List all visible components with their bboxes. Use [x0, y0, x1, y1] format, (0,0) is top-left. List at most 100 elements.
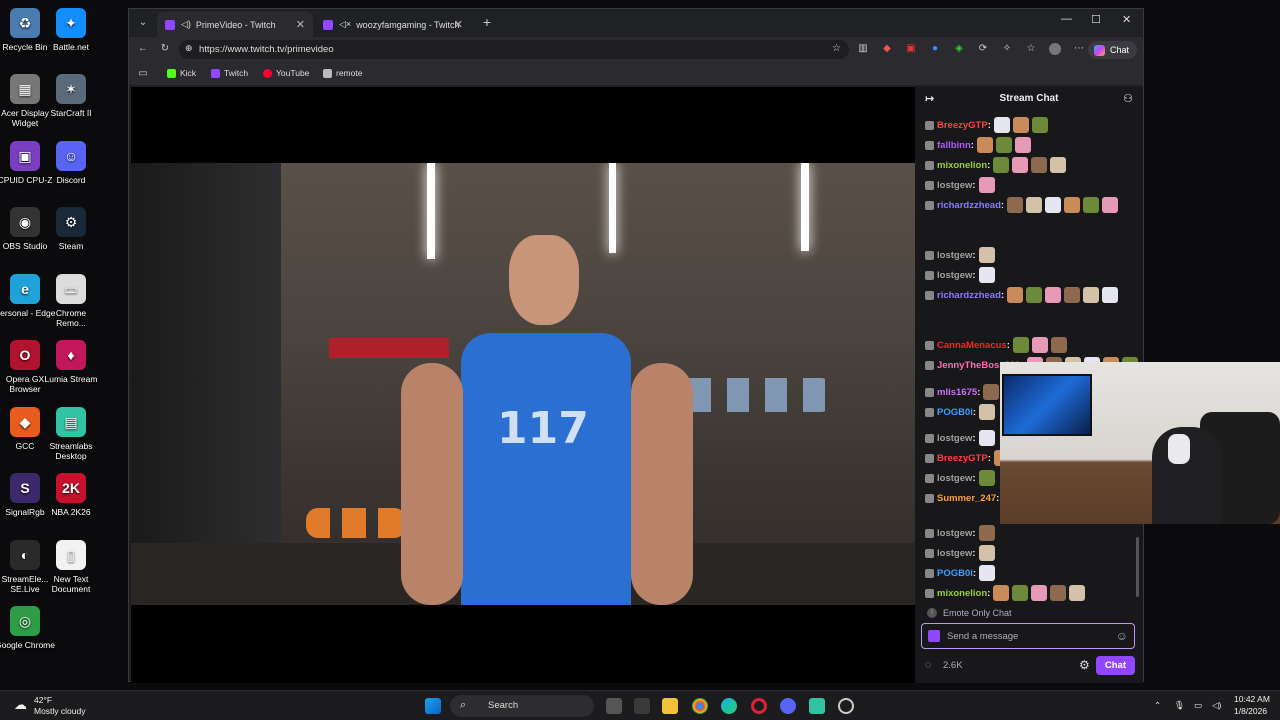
- emote-icon[interactable]: [1083, 197, 1100, 213]
- chat-username[interactable]: BreezyGTP: [937, 120, 988, 131]
- emote-icon[interactable]: [978, 430, 995, 446]
- task-view-icon[interactable]: [606, 698, 622, 714]
- collapse-chat-icon[interactable]: ↦: [925, 87, 934, 111]
- address-bar[interactable]: ⊕ https://www.twitch.tv/primevideo ☆: [179, 40, 849, 59]
- emote-icon[interactable]: [993, 585, 1010, 601]
- emote-icon[interactable]: [1050, 585, 1067, 601]
- emote-icon[interactable]: [1012, 117, 1029, 133]
- minimize-icon[interactable]: —: [1061, 13, 1072, 25]
- bookmark-kick[interactable]: Kick: [167, 68, 196, 78]
- emote-icon[interactable]: [976, 137, 993, 153]
- favorite-star-icon[interactable]: ☆: [832, 43, 841, 54]
- emote-icon[interactable]: [1045, 197, 1062, 213]
- chat-username[interactable]: lostgew: [937, 270, 972, 281]
- discord-icon[interactable]: [780, 698, 796, 714]
- emote-icon[interactable]: [1050, 337, 1067, 353]
- streamlabs-icon[interactable]: [809, 698, 825, 714]
- emote-icon[interactable]: [978, 247, 995, 263]
- emote-icon[interactable]: [1031, 157, 1048, 173]
- emote-icon[interactable]: [979, 565, 996, 581]
- network-icon[interactable]: ▭: [1194, 700, 1202, 711]
- chat-username[interactable]: lostgew: [937, 548, 972, 559]
- emote-icon[interactable]: [978, 545, 995, 561]
- chat-username[interactable]: lostgew: [937, 180, 972, 191]
- emote-icon[interactable]: [978, 177, 995, 193]
- chat-username[interactable]: mixonelion: [937, 160, 987, 171]
- chat-settings-gear-icon[interactable]: ⚙: [1079, 658, 1090, 672]
- close-tab-icon[interactable]: ✕: [296, 18, 305, 31]
- emote-icon[interactable]: [978, 470, 995, 486]
- emote-icon[interactable]: [1083, 287, 1100, 303]
- favorites-icon[interactable]: ☆: [1025, 43, 1037, 55]
- emote-icon[interactable]: [1012, 337, 1029, 353]
- chat-username[interactable]: richardzzhead: [937, 290, 1001, 301]
- extension-icon[interactable]: ●: [929, 43, 941, 55]
- close-window-icon[interactable]: ✕: [1122, 13, 1131, 26]
- emote-icon[interactable]: [1014, 137, 1031, 153]
- edge-icon[interactable]: [721, 698, 737, 714]
- emote-icon[interactable]: [1026, 287, 1043, 303]
- desktop-icon-steam[interactable]: ⚙ Steam: [40, 207, 102, 251]
- chat-username[interactable]: BreezyGTP: [937, 453, 988, 464]
- volume-icon[interactable]: ◁): [1212, 700, 1221, 711]
- chat-username[interactable]: CannaMenacus: [937, 340, 1007, 351]
- chat-username[interactable]: richardzzhead: [937, 200, 1001, 211]
- desktop-icon-battle-net[interactable]: ✦ Battle.net: [40, 8, 102, 52]
- chat-username[interactable]: POGB0i: [937, 407, 973, 418]
- emote-picker-icon[interactable]: ☺: [1116, 629, 1128, 643]
- emote-icon[interactable]: [995, 137, 1012, 153]
- video-player[interactable]: 117: [131, 87, 915, 683]
- emote-icon[interactable]: [1064, 197, 1081, 213]
- chat-username[interactable]: lostgew: [937, 528, 972, 539]
- emote-icon[interactable]: [979, 404, 996, 420]
- emote-icon[interactable]: [1012, 585, 1029, 601]
- extension-icon[interactable]: ▣: [905, 43, 917, 55]
- back-arrow-icon[interactable]: ←: [137, 43, 149, 55]
- emote-icon[interactable]: [1007, 197, 1024, 213]
- copilot-chat-button[interactable]: Chat: [1087, 41, 1137, 59]
- emote-icon[interactable]: [1069, 585, 1086, 601]
- chrome-icon[interactable]: [692, 698, 708, 714]
- chat-send-button[interactable]: Chat: [1095, 656, 1135, 675]
- chat-username[interactable]: POGB0i: [937, 568, 973, 579]
- emote-icon[interactable]: [993, 157, 1010, 173]
- emote-icon[interactable]: [1031, 117, 1048, 133]
- desktop-icon-new-text-document[interactable]: ▯ New Text Document: [40, 540, 102, 594]
- weather-widget[interactable]: ☁ 42°F Mostly cloudy: [12, 694, 112, 718]
- desktop-icon-nba-2k26[interactable]: 2K NBA 2K26: [40, 473, 102, 517]
- bookmark-twitch[interactable]: Twitch: [211, 68, 248, 78]
- emote-icon[interactable]: [1026, 197, 1043, 213]
- emote-icon[interactable]: [993, 117, 1010, 133]
- bookmark-youtube[interactable]: YouTube: [263, 68, 309, 78]
- emote-icon[interactable]: [1031, 585, 1048, 601]
- profile-avatar-icon[interactable]: [1049, 43, 1061, 55]
- emote-icon[interactable]: [1031, 337, 1048, 353]
- file-explorer-icon[interactable]: [662, 698, 678, 714]
- chat-username[interactable]: Summer_247: [937, 493, 996, 504]
- emote-icon[interactable]: [978, 267, 995, 283]
- emote-icon[interactable]: [1102, 197, 1119, 213]
- emote-icon[interactable]: [1064, 287, 1081, 303]
- desktop-icon-starcraft-ii[interactable]: ✶ StarCraft II: [40, 74, 102, 118]
- desktop-icon-google-chrome[interactable]: ◎ Google Chrome: [0, 606, 56, 650]
- extension-icon[interactable]: ▥: [857, 43, 869, 55]
- chat-username[interactable]: lostgew: [937, 433, 972, 444]
- chat-username[interactable]: mlis1675: [937, 387, 977, 398]
- desktop-icon-discord[interactable]: ☺ Discord: [40, 141, 102, 185]
- emote-icon[interactable]: [983, 384, 1000, 400]
- tab-woozyfamgaming[interactable]: ◁× woozyfamgaming - Twitch ✕: [315, 12, 471, 37]
- taskbar-search[interactable]: ⌕ Search: [450, 695, 594, 717]
- chat-username[interactable]: lostgew: [937, 473, 972, 484]
- extensions-puzzle-icon[interactable]: ✧: [1001, 43, 1013, 55]
- start-windows-icon[interactable]: [425, 698, 441, 714]
- emote-icon[interactable]: [978, 525, 995, 541]
- desktop-icon-chrome-remo[interactable]: ▭ Chrome Remo...: [40, 274, 102, 328]
- opera-gx-icon[interactable]: [751, 698, 767, 714]
- tab-actions-icon[interactable]: ▭: [137, 68, 149, 80]
- community-icon[interactable]: ⚇: [1123, 87, 1133, 111]
- chat-message-input[interactable]: Send a message ☺: [921, 623, 1135, 649]
- chat-username[interactable]: mixonelion: [937, 588, 987, 599]
- bookmark-remote[interactable]: remote: [323, 68, 362, 78]
- tab-primevideo[interactable]: ◁) PrimeVideo - Twitch ✕: [157, 12, 313, 37]
- close-tab-icon[interactable]: ✕: [454, 18, 463, 31]
